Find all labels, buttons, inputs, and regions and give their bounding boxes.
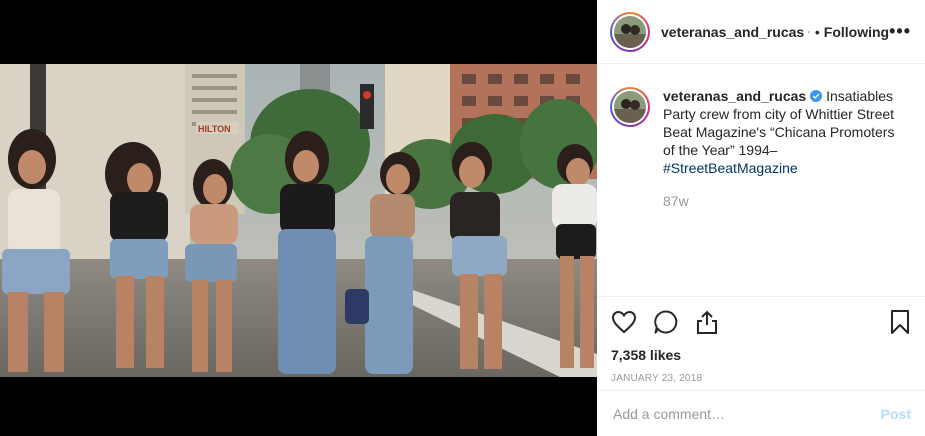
avatar[interactable] [610,11,650,52]
more-options-icon[interactable]: ••• [889,21,911,42]
verified-badge-icon [810,90,823,102]
heart-icon[interactable] [611,310,637,334]
verified-badge-icon [808,30,810,33]
post-button[interactable]: Post [881,406,911,422]
avatar-image [614,91,646,123]
hashtag-link[interactable]: #StreetBeatMagazine [663,160,798,176]
username-link[interactable]: veteranas_and_rucas [661,24,804,40]
post-header: veteranas_and_rucas • Following ••• [597,0,925,64]
hilton-sign: HILTON [198,124,231,134]
following-button[interactable]: Following [824,24,889,40]
caption-comment: veteranas_and_rucas Insatiables Party cr… [610,87,911,177]
post-media: HILTON [0,0,597,436]
comment-icon[interactable] [653,309,679,335]
post-photo[interactable]: HILTON [0,64,597,377]
comment-input[interactable] [613,405,881,422]
caption-username[interactable]: veteranas_and_rucas [663,88,806,104]
post-actions: 7,358 likes JANUARY 23, 2018 [597,296,925,390]
post-sidebar: veteranas_and_rucas • Following ••• vete… [597,0,925,436]
caption-timestamp[interactable]: 87w [663,193,911,209]
comments-section: veteranas_and_rucas Insatiables Party cr… [597,65,925,296]
caption-avatar[interactable] [610,87,650,127]
avatar-image [614,15,646,48]
caption-text-block: veteranas_and_rucas Insatiables Party cr… [663,87,908,177]
share-icon[interactable] [695,309,719,335]
add-comment-bar: Post [597,390,925,436]
likes-count[interactable]: 7,358 likes [611,347,911,363]
post-date[interactable]: JANUARY 23, 2018 [611,373,911,384]
bookmark-icon[interactable] [889,309,911,335]
separator-dot: • [814,23,820,40]
